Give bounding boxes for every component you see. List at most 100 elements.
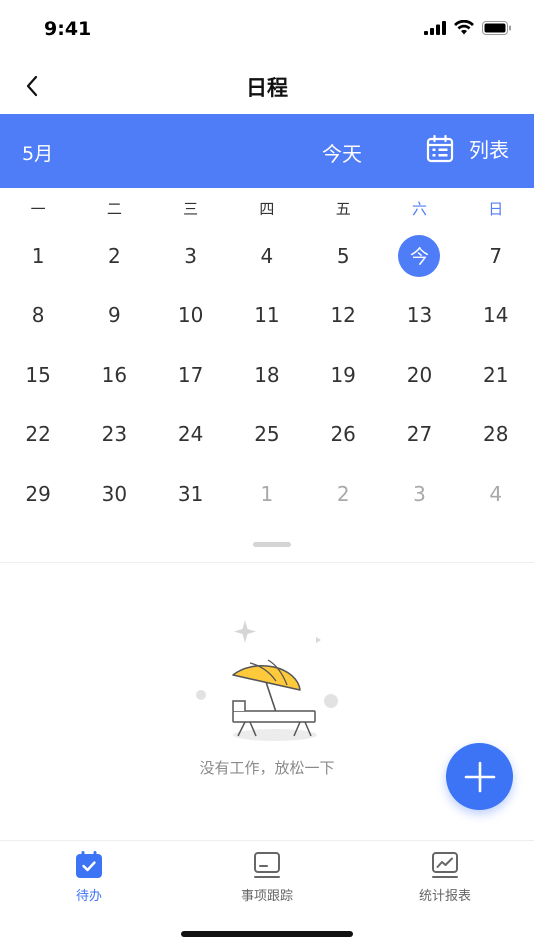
calendar-day[interactable]: 2	[76, 226, 152, 286]
day-number: 26	[330, 422, 356, 447]
calendar-day[interactable]: 5	[305, 226, 381, 286]
calendar-day-next-month[interactable]: 1	[229, 464, 305, 524]
home-indicator	[181, 931, 353, 937]
day-number: 4	[260, 243, 274, 268]
status-time: 9:41	[44, 18, 92, 40]
day-number: 23	[101, 422, 128, 447]
weekday-thu: 四	[259, 200, 275, 218]
add-event-button[interactable]	[446, 743, 513, 810]
day-number: 21	[482, 362, 509, 387]
calendar-day[interactable]: 30	[76, 464, 152, 524]
status-icons	[424, 20, 512, 35]
calendar-day[interactable]: 16	[76, 345, 152, 405]
calendar-week-row: 22 23 24 25 26 27 28	[0, 405, 534, 465]
calendar-day[interactable]: 26	[305, 405, 381, 465]
wifi-icon	[454, 20, 474, 35]
calendar-week-row: 8 9 10 11 12 13 14	[0, 286, 534, 346]
day-number: 28	[482, 422, 509, 447]
calendar-day[interactable]: 21	[458, 345, 534, 405]
calendar-day[interactable]: 23	[76, 405, 152, 465]
calendar-day[interactable]: 11	[229, 286, 305, 346]
day-number: 4	[489, 481, 503, 506]
day-number: 15	[25, 362, 51, 387]
day-number: 30	[101, 481, 128, 506]
calendar-day[interactable]: 28	[458, 405, 534, 465]
day-number: 27	[406, 422, 433, 447]
weekday-tue: 二	[106, 200, 122, 218]
plus-icon	[464, 761, 495, 792]
day-number: 8	[31, 303, 45, 328]
calendar-day[interactable]: 19	[305, 345, 381, 405]
weekday-sun: 日	[488, 200, 504, 218]
todo-calendar-icon	[76, 851, 102, 878]
calendar-day[interactable]: 4	[229, 226, 305, 286]
calendar-day[interactable]: 12	[305, 286, 381, 346]
tab-todo[interactable]: 待办	[0, 841, 178, 916]
today-button[interactable]: 今天	[322, 138, 362, 167]
calendar-week-row: 15 16 17 18 19 20 21	[0, 345, 534, 405]
calendar-day[interactable]: 14	[458, 286, 534, 346]
tab-tracking[interactable]: 事项跟踪	[178, 841, 356, 916]
beach-umbrella-illustration	[196, 620, 338, 741]
list-view-label: 列表	[469, 138, 509, 162]
weekday-fri: 五	[335, 200, 351, 218]
calendar-week-row: 29 30 31 1 2 3 4	[0, 464, 534, 524]
day-number: 10	[177, 303, 204, 328]
calendar-day-today[interactable]: 今	[381, 226, 457, 286]
calendar-day[interactable]: 17	[153, 345, 229, 405]
calendar-week-row: 1 2 3 4 5 今 7	[0, 226, 534, 286]
calendar-day[interactable]: 29	[0, 464, 76, 524]
report-chart-icon	[432, 852, 458, 878]
calendar-day[interactable]: 13	[381, 286, 457, 346]
day-number: 2	[336, 481, 350, 506]
calendar-day[interactable]: 18	[229, 345, 305, 405]
calendar-day[interactable]: 20	[381, 345, 457, 405]
calendar-day[interactable]: 15	[0, 345, 76, 405]
month-selector[interactable]: 5月	[22, 139, 53, 166]
calendar-day[interactable]: 10	[153, 286, 229, 346]
day-number: 1	[260, 481, 274, 506]
calendar-grid: 1 2 3 4 5 今 7 8 9 10 11 12 13 14 15 16 1…	[0, 226, 534, 524]
today-marker: 今	[398, 234, 441, 277]
day-number: 3	[184, 243, 198, 268]
tab-label: 事项跟踪	[240, 889, 293, 904]
calendar-day[interactable]: 8	[0, 286, 76, 346]
day-number: 3	[413, 481, 426, 506]
calendar-day[interactable]: 31	[153, 464, 229, 524]
day-number: 11	[254, 303, 280, 328]
day-number: 24	[177, 422, 204, 447]
weekday-wed: 三	[183, 200, 199, 218]
calendar-day-next-month[interactable]: 2	[305, 464, 381, 524]
calendar-day[interactable]: 22	[0, 405, 76, 465]
calendar-drag-handle[interactable]	[253, 542, 291, 547]
section-divider	[0, 562, 534, 563]
calendar-day[interactable]: 9	[76, 286, 152, 346]
calendar-day[interactable]: 25	[229, 405, 305, 465]
calendar-day[interactable]: 24	[153, 405, 229, 465]
weekday-sat: 六	[411, 200, 427, 218]
day-number: 19	[330, 362, 356, 387]
day-number: 29	[25, 481, 51, 506]
day-number: 14	[482, 303, 509, 328]
battery-icon	[482, 20, 511, 35]
day-number: 18	[254, 362, 280, 387]
tab-label: 待办	[75, 889, 102, 904]
weekday-mon: 一	[30, 200, 46, 218]
calendar-day-next-month[interactable]: 3	[381, 464, 457, 524]
calendar-toolbar: 5月 今天 列表	[0, 114, 534, 188]
status-bar: 9:41	[0, 0, 534, 60]
day-number: 9	[108, 303, 121, 328]
calendar-day-next-month[interactable]: 4	[458, 464, 534, 524]
day-number: 5	[336, 243, 350, 268]
calendar-day[interactable]: 3	[153, 226, 229, 286]
tracking-monitor-icon	[254, 852, 280, 878]
tab-reports[interactable]: 统计报表	[356, 841, 534, 916]
calendar-day[interactable]: 27	[381, 405, 457, 465]
calendar-day[interactable]: 7	[458, 226, 534, 286]
tab-label: 统计报表	[418, 889, 471, 904]
calendar-day[interactable]: 1	[0, 226, 76, 286]
list-view-button[interactable]: 列表	[426, 134, 509, 163]
day-number: 22	[25, 422, 51, 447]
day-number: 12	[330, 303, 356, 328]
signal-icon	[424, 20, 446, 35]
